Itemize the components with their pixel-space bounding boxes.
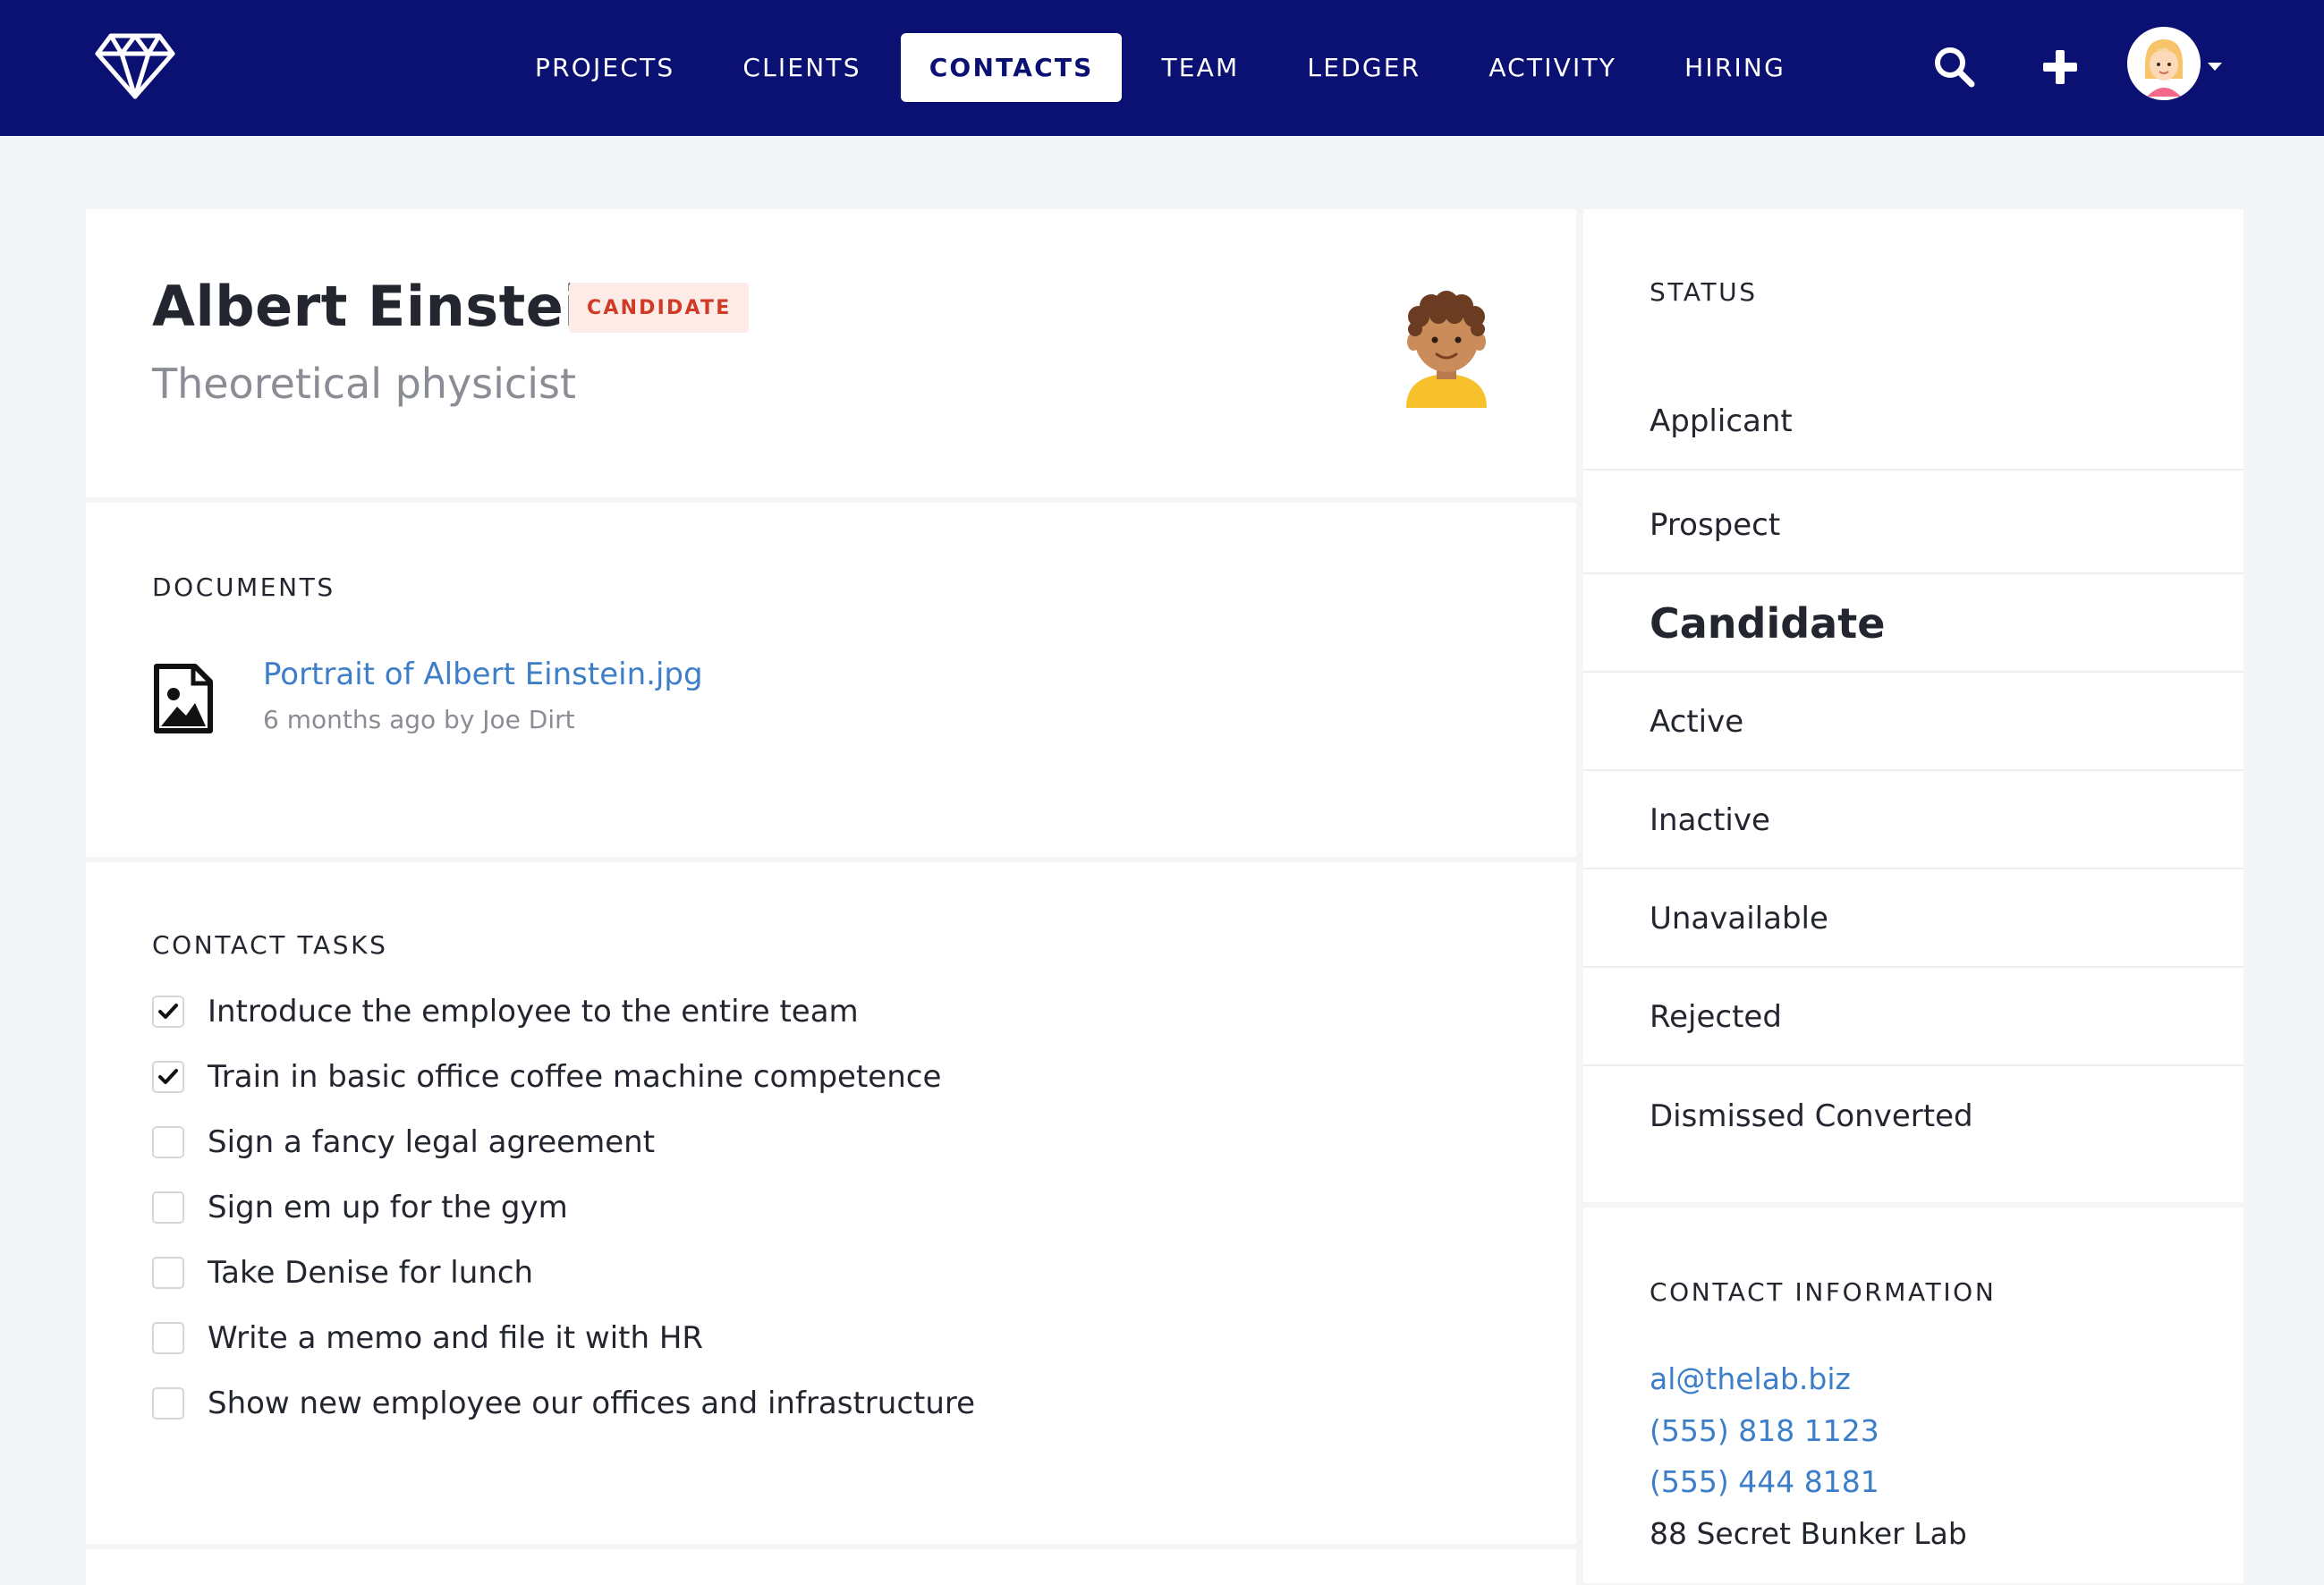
status-card: STATUS Applicant Prospect Candidate Acti… [1583,209,2243,1202]
nav-hiring[interactable]: HIRING [1656,33,1814,102]
task-checkbox[interactable] [152,1387,184,1420]
task-item: Train in basic office coffee machine com… [152,1055,941,1099]
status-option-label: Applicant [1650,403,1793,439]
task-item: Introduce the employee to the entire tea… [152,989,859,1034]
document-meta: 6 months ago by Joe Dirt [263,705,575,734]
status-option-label: Dismissed Converted [1650,1098,1973,1134]
status-option-unavailable[interactable]: Unavailable [1583,871,2243,968]
profile-header-card: Albert Einstein CANDIDATE Theoretical ph… [86,209,1576,497]
check-icon [158,1069,178,1084]
status-option-prospect[interactable]: Prospect [1583,478,2243,574]
user-avatar [2127,27,2201,100]
status-option-label: Active [1650,704,1744,740]
task-item: Take Denise for lunch [152,1250,533,1295]
chevron-down-icon [2208,63,2222,71]
status-option-applicant[interactable]: Applicant [1583,374,2243,470]
status-badge: CANDIDATE [569,283,750,333]
email-link[interactable]: al@thelab.biz [1650,1361,1851,1396]
task-checkbox[interactable] [152,1191,184,1224]
task-checkbox[interactable] [152,1257,184,1289]
task-label: Train in basic office coffee machine com… [208,1059,942,1095]
task-item: Sign a fancy legal agreement [152,1120,655,1165]
contact-avatar [1406,291,1487,408]
user-menu-button[interactable] [2127,27,2226,106]
contact-title: Theoretical physicist [152,360,576,408]
nav-clients[interactable]: CLIENTS [714,33,889,102]
task-label: Show new employee our offices and infras… [208,1386,976,1421]
status-option-rejected[interactable]: Rejected [1583,970,2243,1066]
contact-tasks-card: CONTACT TASKS Introduce the employee to … [86,862,1576,1544]
task-label: Introduce the employee to the entire tea… [208,994,859,1030]
top-navbar: PROJECTS CLIENTS CONTACTS TEAM LEDGER AC… [0,0,2324,136]
status-option-dismissed-converted[interactable]: Dismissed Converted [1583,1068,2243,1165]
task-checkbox[interactable] [152,1061,184,1093]
status-option-inactive[interactable]: Inactive [1583,773,2243,869]
status-option-label: Prospect [1650,507,1781,543]
diamond-logo-icon[interactable] [95,32,175,100]
contact-information-card: CONTACT INFORMATION al@thelab.biz (555) … [1583,1208,2243,1583]
task-label: Take Denise for lunch [208,1255,534,1291]
phone-link[interactable]: (555) 444 8181 [1650,1464,1879,1499]
documents-heading: DOCUMENTS [152,572,335,602]
contact-name: Albert Einstein [152,274,623,339]
status-heading: STATUS [1650,277,1758,307]
nav-contacts[interactable]: CONTACTS [900,33,1123,102]
next-card [86,1549,1576,1585]
phone-link[interactable]: (555) 818 1123 [1650,1413,1879,1448]
documents-card: DOCUMENTS Portrait of Albert Einstein.jp… [86,503,1576,857]
status-option-label: Candidate [1650,599,1886,648]
document-link[interactable]: Portrait of Albert Einstein.jpg [263,657,703,692]
task-checkbox[interactable] [152,1126,184,1158]
check-icon [158,1004,178,1019]
status-option-label: Unavailable [1650,901,1828,937]
status-option-label: Rejected [1650,999,1782,1035]
task-label: Sign a fancy legal agreement [208,1124,656,1160]
address-text: 88 Secret Bunker Lab [1650,1516,1967,1551]
task-label: Sign em up for the gym [208,1190,568,1225]
plus-icon[interactable] [2040,47,2081,88]
status-option-label: Inactive [1650,802,1770,838]
task-item: Sign em up for the gym [152,1185,568,1230]
task-label: Write a memo and file it with HR [208,1320,704,1356]
nav-activity[interactable]: ACTIVITY [1460,33,1645,102]
contact-info-heading: CONTACT INFORMATION [1650,1277,1997,1307]
task-item: Write a memo and file it with HR [152,1316,703,1360]
tasks-heading: CONTACT TASKS [152,930,388,960]
task-checkbox[interactable] [152,996,184,1028]
nav-team[interactable]: TEAM [1132,33,1268,102]
status-option-active[interactable]: Active [1583,674,2243,771]
task-checkbox[interactable] [152,1322,184,1354]
search-icon[interactable] [1932,45,1977,89]
nav-projects[interactable]: PROJECTS [506,33,703,102]
task-item: Show new employee our offices and infras… [152,1381,975,1426]
main-nav: PROJECTS CLIENTS CONTACTS TEAM LEDGER AC… [501,33,1819,102]
nav-ledger[interactable]: LEDGER [1278,33,1449,102]
status-option-candidate[interactable]: Candidate [1583,576,2243,673]
image-file-icon[interactable] [152,662,215,735]
